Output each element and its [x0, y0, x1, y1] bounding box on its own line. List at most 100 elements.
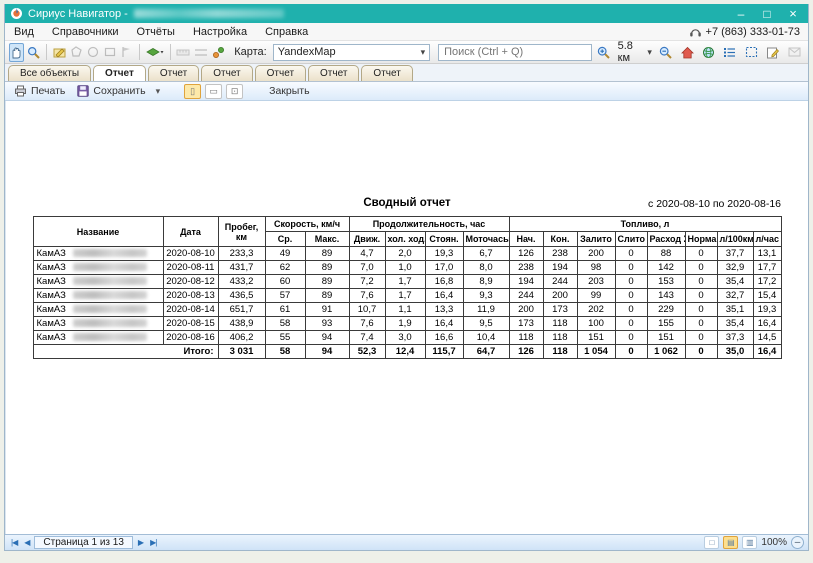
first-page-button[interactable]: |◀ [9, 538, 19, 547]
total-cell: 118 [543, 345, 577, 359]
date-cell: 2020-08-12 [163, 275, 218, 289]
value-cell: 1,7 [385, 289, 425, 303]
view-fit-width-button[interactable]: ▤ [723, 536, 738, 549]
tab-report-3[interactable]: Отчет [201, 65, 252, 81]
maximize-button[interactable]: □ [754, 5, 780, 22]
object-list-button[interactable] [720, 43, 739, 62]
value-cell: 0 [615, 261, 647, 275]
value-cell: 100 [577, 317, 615, 331]
menu-view[interactable]: Вид [5, 23, 43, 40]
value-cell: 173 [543, 303, 577, 317]
value-cell: 35,4 [717, 317, 753, 331]
total-cell: 12,4 [385, 345, 425, 359]
fit-page-button[interactable]: ⊡ [226, 84, 243, 99]
area-select-button[interactable] [742, 43, 761, 62]
menu-reports[interactable]: Отчёты [128, 23, 184, 40]
zoom-out-button[interactable]: – [791, 536, 804, 549]
last-page-button[interactable]: ▶| [148, 538, 158, 547]
value-cell: 433,2 [218, 275, 265, 289]
home-button[interactable] [677, 43, 696, 62]
col-header-fuel-start: Нач. [509, 232, 543, 247]
zoom-out-button[interactable] [656, 43, 675, 62]
close-report-button[interactable]: Закрыть [265, 84, 313, 98]
close-button[interactable]: × [780, 5, 806, 22]
minimize-button[interactable]: – [728, 5, 754, 22]
value-cell: 438,9 [218, 317, 265, 331]
col-header-refueled: Залито [577, 232, 615, 247]
polygon-tool-button[interactable] [69, 43, 84, 62]
date-cell: 2020-08-10 [163, 247, 218, 261]
tab-report-5[interactable]: Отчет [308, 65, 359, 81]
notes-button[interactable] [763, 43, 782, 62]
print-button[interactable]: Печать [10, 84, 69, 98]
search-input[interactable] [438, 44, 592, 61]
page-landscape-button[interactable]: ▭ [205, 84, 222, 99]
value-cell: 118 [543, 317, 577, 331]
view-multi-page-button[interactable]: ▥ [742, 536, 757, 549]
col-header-date: Дата [163, 217, 218, 247]
tab-report-2[interactable]: Отчет [148, 65, 199, 81]
toolbar-separator [46, 44, 47, 60]
message-icon [788, 47, 801, 57]
circle-tool-button[interactable] [85, 43, 100, 62]
value-cell: 37,3 [717, 331, 753, 345]
value-cell: 229 [647, 303, 685, 317]
next-page-button[interactable]: ▶ [136, 538, 145, 547]
map-provider-select[interactable]: YandexMap ▾ [273, 44, 430, 61]
value-cell: 99 [577, 289, 615, 303]
value-cell: 62 [265, 261, 305, 275]
printer-icon [14, 85, 27, 97]
layers-button[interactable] [145, 43, 165, 62]
menu-settings[interactable]: Настройка [184, 23, 256, 40]
polygon-icon [70, 46, 82, 58]
value-cell: 238 [509, 261, 543, 275]
col-header-drained: Слито [615, 232, 647, 247]
rectangle-tool-button[interactable] [102, 43, 117, 62]
value-cell: 0 [685, 303, 717, 317]
edit-zone-button[interactable] [52, 43, 67, 62]
save-button[interactable]: Сохранить [73, 84, 149, 98]
zoom-tool-button[interactable] [26, 43, 41, 62]
tab-report-1[interactable]: Отчет [93, 65, 146, 81]
tab-bar: Все объекты Отчет Отчет Отчет Отчет Отче… [5, 64, 808, 82]
col-header-avg: Ср. [265, 232, 305, 247]
note-edit-icon [766, 46, 779, 59]
tab-report-6[interactable]: Отчет [361, 65, 412, 81]
total-cell: 1 054 [577, 345, 615, 359]
menu-directories[interactable]: Справочники [43, 23, 128, 40]
total-row: Итого: 3 031 58 94 52,3 12,4 115,7 64,7 … [33, 345, 781, 359]
flag-tool-button[interactable] [119, 43, 134, 62]
page-portrait-button[interactable]: ▯ [184, 84, 201, 99]
redacted-plate [73, 333, 147, 341]
ruler-button[interactable] [175, 43, 191, 62]
main-toolbar: Карта: YandexMap ▾ 5.8 км ▾ [5, 41, 808, 64]
tab-report-4[interactable]: Отчет [255, 65, 306, 81]
road-button[interactable] [193, 43, 209, 62]
value-cell: 16,4 [425, 289, 463, 303]
track-button[interactable] [211, 43, 226, 62]
redacted-plate [73, 263, 147, 271]
value-cell: 1,9 [385, 317, 425, 331]
value-cell: 194 [509, 275, 543, 289]
value-cell: 0 [685, 247, 717, 261]
value-cell: 17,2 [753, 275, 781, 289]
globe-button[interactable] [699, 43, 718, 62]
value-cell: 55 [265, 331, 305, 345]
value-cell: 13,3 [425, 303, 463, 317]
save-dropdown-button[interactable]: ▾ [154, 86, 163, 97]
value-cell: 14,5 [753, 331, 781, 345]
menu-help[interactable]: Справка [256, 23, 317, 40]
zoom-in-button[interactable] [594, 43, 613, 62]
tab-all-objects[interactable]: Все объекты [8, 65, 91, 81]
value-cell: 58 [265, 317, 305, 331]
prev-page-button[interactable]: ◀ [22, 538, 31, 547]
value-cell: 88 [647, 247, 685, 261]
report-header: Сводный отчет с 2020-08-10 по 2020-08-16 [33, 197, 781, 212]
total-cell: 52,3 [349, 345, 385, 359]
value-cell: 7,6 [349, 289, 385, 303]
value-cell: 17,0 [425, 261, 463, 275]
pan-tool-button[interactable] [9, 43, 24, 62]
view-single-page-button[interactable]: □ [704, 536, 719, 549]
map-scale-select[interactable]: 5.8 км ▾ [616, 40, 654, 64]
message-button[interactable] [785, 43, 804, 62]
